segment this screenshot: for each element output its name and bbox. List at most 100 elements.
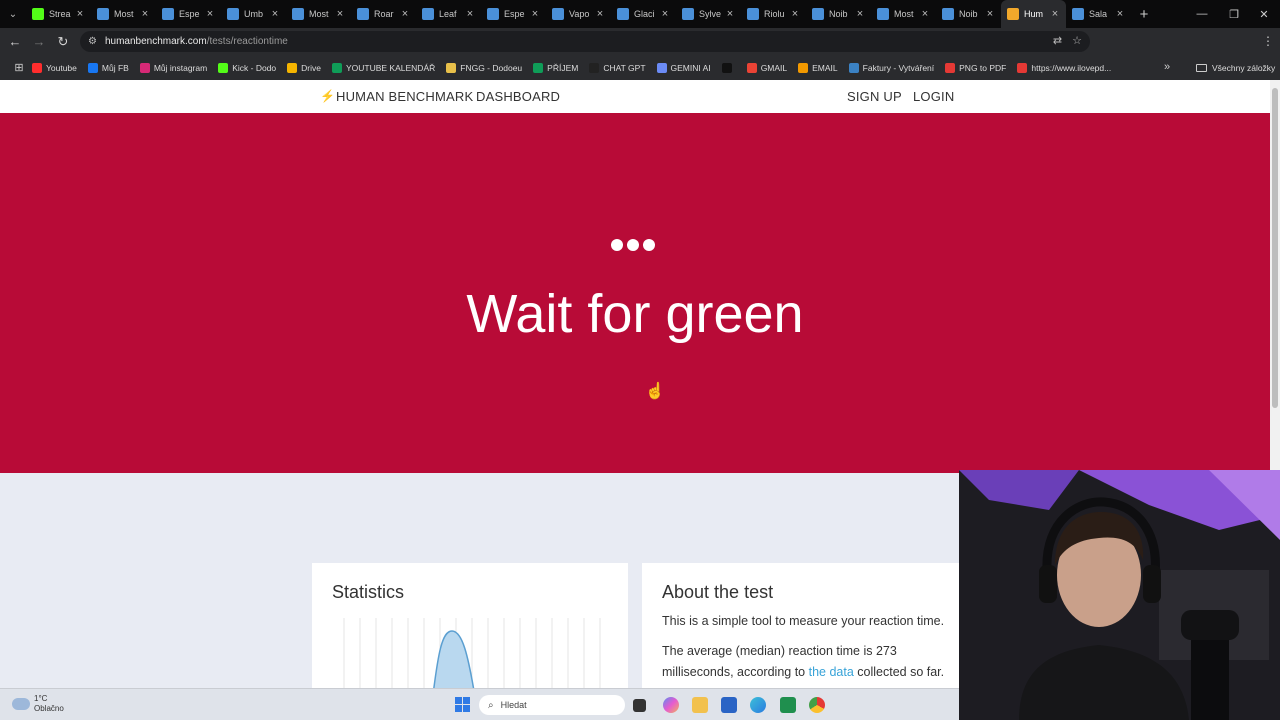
tab-close-icon[interactable]: × (203, 8, 217, 20)
url-path: /tests/reactiontime (206, 36, 288, 47)
bookmark-item[interactable]: PŘÍJEM (533, 62, 578, 73)
all-bookmarks-button[interactable]: Všechny záložky (1196, 55, 1275, 80)
reaction-test-area[interactable]: Wait for green ☝ (0, 113, 1270, 473)
ellipsis-dots-icon (611, 239, 655, 251)
bookmark-item[interactable]: Drive (287, 62, 321, 73)
tab-close-icon[interactable]: × (73, 8, 87, 20)
new-tab-button[interactable]: + (1131, 6, 1157, 23)
bookmark-item[interactable]: CHAT GPT (589, 62, 646, 73)
tab-favicon-icon (32, 8, 44, 20)
tab-close-icon[interactable]: × (333, 8, 347, 20)
close-window-button[interactable]: ✕ (1248, 0, 1280, 28)
tab-favicon-icon (812, 8, 824, 20)
excel-icon[interactable] (780, 697, 796, 713)
windows-start-icon[interactable] (455, 697, 470, 712)
browser-tab[interactable]: Most × (91, 0, 156, 28)
browser-tab[interactable]: Strea × (26, 0, 91, 28)
file-explorer-icon[interactable] (692, 697, 708, 713)
bookmark-item[interactable]: EMAIL (798, 62, 838, 73)
bookmark-item[interactable]: YOUTUBE KALENDÁŘ (331, 62, 435, 73)
bookmark-item[interactable] (721, 62, 736, 73)
bookmark-label: Můj FB (101, 62, 129, 73)
bookmark-item[interactable]: https://www.ilovepd... (1017, 62, 1111, 73)
edge-icon[interactable] (750, 697, 766, 713)
hero-title: Wait for green (466, 284, 804, 344)
tab-close-icon[interactable]: × (788, 8, 802, 20)
bookmark-item[interactable]: Youtube (32, 62, 77, 73)
tab-close-icon[interactable]: × (658, 8, 672, 20)
signup-link[interactable]: SIGN UP (847, 89, 902, 104)
browser-tab[interactable]: Most × (286, 0, 351, 28)
apps-grid-icon[interactable]: ⊞ (6, 61, 32, 74)
bookmark-item[interactable]: Můj instagram (139, 62, 207, 73)
browser-tab[interactable]: Vapo × (546, 0, 611, 28)
browser-tab[interactable]: Hum × (1001, 0, 1066, 28)
bookmark-favicon-icon (87, 62, 98, 73)
about-paragraph-2: The average (median) reaction time is 27… (662, 644, 945, 679)
task-view-icon[interactable] (633, 699, 646, 712)
tab-close-icon[interactable]: × (138, 8, 152, 20)
forward-icon[interactable]: → (27, 34, 51, 49)
tab-close-icon[interactable]: × (528, 8, 542, 20)
tab-close-icon[interactable]: × (983, 8, 997, 20)
browser-tab[interactable]: Noib × (806, 0, 871, 28)
tab-close-icon[interactable]: × (463, 8, 477, 20)
tab-search-button[interactable]: ⌄ (0, 0, 26, 28)
browser-tab[interactable]: Sylve × (676, 0, 741, 28)
logo-link[interactable]: HUMAN BENCHMARK (336, 89, 473, 104)
tab-close-icon[interactable]: × (593, 8, 607, 20)
browser-tab[interactable]: Sala × (1066, 0, 1131, 28)
tab-close-icon[interactable]: × (398, 8, 412, 20)
bookmark-item[interactable]: Můj FB (87, 62, 129, 73)
bookmark-label: EMAIL (812, 62, 838, 73)
bookmarks-bar: ⊞ Youtube Můj FB Můj instagram Kick - Dodo D… (0, 55, 1280, 80)
translate-icon[interactable]: ⇄ (1053, 34, 1062, 47)
browser-tab[interactable]: Espe × (481, 0, 546, 28)
scroll-thumb[interactable] (1272, 88, 1278, 408)
tab-close-icon[interactable]: × (1113, 8, 1127, 20)
browser-tab[interactable]: Umb × (221, 0, 286, 28)
outlook-icon[interactable] (721, 697, 737, 713)
dashboard-link[interactable]: DASHBOARD (476, 89, 560, 104)
browser-tab[interactable]: Riolu × (741, 0, 806, 28)
bookmark-item[interactable]: GMAIL (746, 62, 787, 73)
reload-icon[interactable]: ↻ (51, 34, 75, 50)
bookmark-item[interactable]: FNGG - Dodoeu (446, 62, 522, 73)
tab-close-icon[interactable]: × (723, 8, 737, 20)
weather-widget[interactable]: 1°C Oblačno (12, 694, 64, 714)
bookmark-favicon-icon (533, 62, 544, 73)
lightning-logo-icon: ⚡ (320, 89, 335, 103)
bookmark-item[interactable]: GEMINI AI (656, 62, 711, 73)
statistics-card: Statistics (312, 563, 628, 688)
site-info-icon[interactable]: ⚙ (88, 36, 97, 47)
browser-tab[interactable]: Most × (871, 0, 936, 28)
tab-close-icon[interactable]: × (268, 8, 282, 20)
bookmark-star-icon[interactable]: ☆ (1072, 34, 1082, 47)
browser-tab[interactable]: Noib × (936, 0, 1001, 28)
tab-close-icon[interactable]: × (853, 8, 867, 20)
tab-close-icon[interactable]: × (1048, 8, 1062, 20)
back-icon[interactable]: ← (3, 34, 27, 49)
browser-tab[interactable]: Leaf × (416, 0, 481, 28)
browser-tab[interactable]: Espe × (156, 0, 221, 28)
bookmark-item[interactable]: PNG to PDF (945, 62, 1006, 73)
more-bookmarks-icon[interactable]: » (1164, 55, 1170, 80)
tab-title: Noib (959, 9, 978, 19)
the-data-link[interactable]: the data (809, 665, 854, 679)
tab-favicon-icon (422, 8, 434, 20)
minimize-button[interactable]: — (1186, 0, 1218, 28)
login-link[interactable]: LOGIN (913, 89, 954, 104)
bookmark-favicon-icon (446, 62, 457, 73)
browser-tab[interactable]: Roar × (351, 0, 416, 28)
browser-tab[interactable]: Glaci × (611, 0, 676, 28)
taskbar-search[interactable]: ⌕ Hledat (479, 695, 625, 715)
bookmark-item[interactable]: Kick - Dodo (218, 62, 276, 73)
tab-close-icon[interactable]: × (918, 8, 932, 20)
copilot-icon[interactable] (663, 697, 679, 713)
chrome-icon[interactable] (809, 697, 825, 713)
restore-button[interactable]: ❐ (1218, 0, 1250, 28)
bookmark-item[interactable]: Faktury - Vytváření (848, 62, 934, 73)
tab-favicon-icon (227, 8, 239, 20)
menu-kebab-icon[interactable]: ⋮ (1262, 28, 1274, 55)
address-bar[interactable]: ⚙ humanbenchmark.com/tests/reactiontime … (80, 31, 1090, 52)
